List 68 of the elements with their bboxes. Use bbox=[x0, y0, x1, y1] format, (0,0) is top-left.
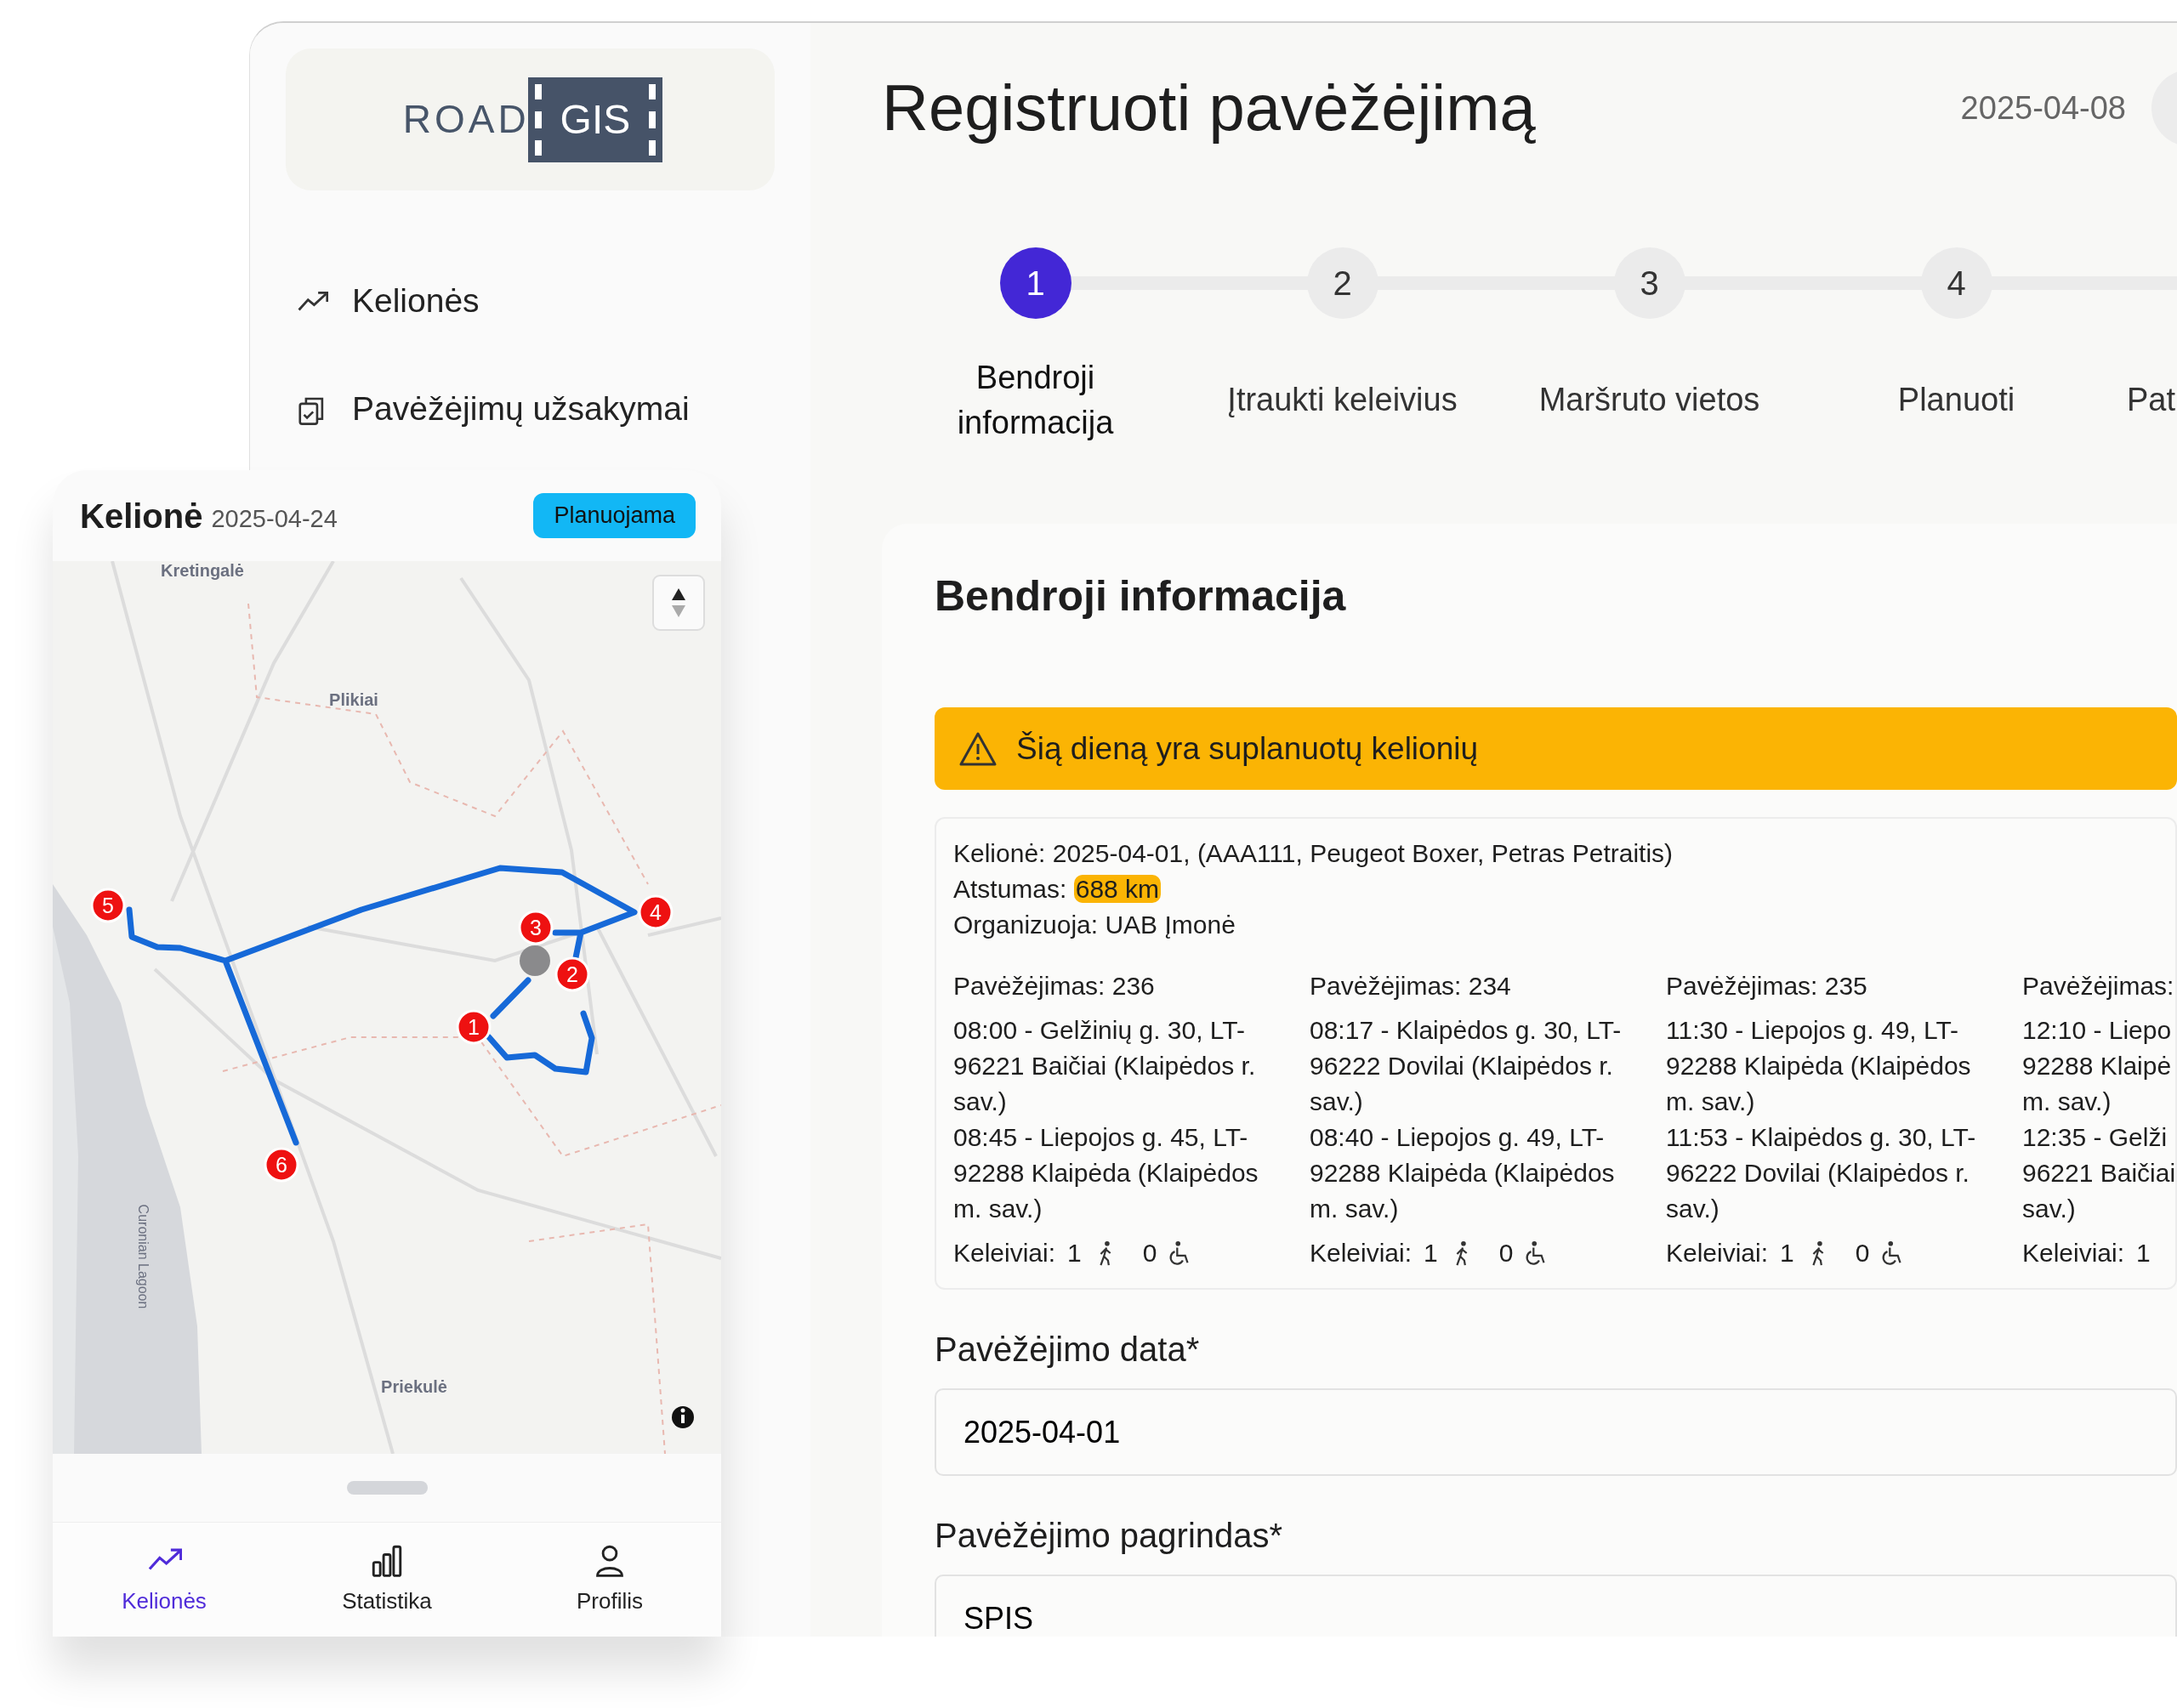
stop-text: 08:45 - Liepojos g. 45, LT- 92288 Klaipėda (Klaipėdos m. sav.) bbox=[953, 1122, 1259, 1224]
map-marker[interactable]: 5 bbox=[90, 888, 126, 923]
passengers-label: Keleiviai: bbox=[953, 1238, 1056, 1268]
field-label: Pavėžėjimo data* bbox=[935, 1330, 1201, 1370]
stop-text: 11:30 - Liepojos g. 49, LT- 92288 Klaipėda (Klaipėdos m. sav.) bbox=[1666, 1015, 1972, 1117]
ride-title: Pavėžėjimas: 234 bbox=[1310, 971, 1512, 1002]
step-circle[interactable]: 2 bbox=[1306, 247, 1378, 319]
stop-text: 08:40 - Liepojos g. 49, LT- 92288 Klaipėda (Klaipėdos m. sav.) bbox=[1310, 1122, 1616, 1224]
walking-count: 1 bbox=[1067, 1238, 1082, 1268]
wheelchair-count: 0 bbox=[1142, 1238, 1157, 1268]
step-circle[interactable]: 1 bbox=[999, 247, 1071, 319]
step-label[interactable]: Planuoti bbox=[1897, 353, 2015, 448]
input-field[interactable]: 2025-04-01 bbox=[935, 1388, 2177, 1476]
map-marker[interactable]: 6 bbox=[264, 1147, 299, 1183]
stop-text: 12:35 - Gelži 96221 Baičiai sav.) bbox=[2022, 1122, 2177, 1224]
tab-bar-item[interactable]: Profilis bbox=[498, 1523, 721, 1637]
status-badge: Planuojama bbox=[533, 493, 696, 538]
trip-date: 2025-04-24 bbox=[211, 503, 338, 534]
map-place-label: Curonian Lagoon bbox=[136, 1204, 151, 1309]
warning-icon bbox=[958, 730, 998, 767]
step-circle[interactable]: 3 bbox=[1613, 247, 1685, 319]
drag-handle[interactable] bbox=[346, 1481, 428, 1495]
passengers-label: Keleiviai: bbox=[1310, 1238, 1412, 1268]
ride-title: Pavėžėjimas: 236 bbox=[953, 971, 1156, 1002]
step-circle[interactable]: 4 bbox=[1920, 247, 1992, 319]
step-label[interactable]: Maršruto vietos bbox=[1538, 353, 1760, 448]
logo-text: ROAD bbox=[402, 96, 530, 143]
tab-bar-item[interactable]: Kelionės bbox=[53, 1523, 276, 1637]
header-date: 2025-04-08 bbox=[1960, 88, 2126, 128]
stop-text: 08:17 - Klaipėdos g. 30, LT- 96222 Dovilai (Klaipėdos r. sav.) bbox=[1310, 1015, 1623, 1117]
map-marker[interactable]: 1 bbox=[456, 1009, 492, 1045]
sidebar-item[interactable]: Pavėžėjimų užsakymai bbox=[296, 355, 775, 463]
trip-summary: Kelionė: 2025-04-01, (AAA111, Peugeot Boxer, Petras Petraitis) bbox=[953, 838, 1674, 869]
map-marker[interactable]: 4 bbox=[638, 894, 674, 930]
ride-title: Pavėžėjimas: bbox=[2022, 971, 2175, 1002]
walking-count: 1 bbox=[2136, 1238, 2151, 1268]
section-title: Bendroji informacija bbox=[935, 571, 1347, 621]
wheelchair-count: 0 bbox=[1855, 1238, 1870, 1268]
map-marker[interactable]: 2 bbox=[554, 956, 590, 992]
field-label: Pavėžėjimo pagrindas* bbox=[935, 1516, 1284, 1556]
organizer-text: Organizuoja: UAB Įmonė bbox=[953, 910, 1236, 940]
tab-bar-item[interactable]: Statistika bbox=[276, 1523, 498, 1637]
map-place-label: Plikiai bbox=[329, 690, 378, 709]
stop-text: 08:00 - Gelžinių g. 30, LT- 96221 Baičiai (Klaipėdos r. sav.) bbox=[953, 1015, 1257, 1117]
alert-text: Šią dieną yra suplanuotų kelionių bbox=[1016, 729, 1479, 768]
step-label[interactable]: Pat bbox=[2127, 353, 2176, 448]
page-title: Registruoti pavėžėjimą bbox=[882, 71, 1536, 146]
step-label[interactable]: Bendroji informacija bbox=[899, 353, 1172, 448]
walking-count: 1 bbox=[1424, 1238, 1438, 1268]
passengers-label: Keleiviai: bbox=[2022, 1238, 2125, 1268]
map-place-label: Kretingalė bbox=[161, 561, 244, 580]
wheelchair-count: 0 bbox=[1498, 1238, 1514, 1268]
stop-text: 12:10 - Liepo 92288 Klaipė m. sav.) bbox=[2022, 1015, 2173, 1117]
distance-value: 688 km bbox=[1073, 875, 1162, 903]
input-field[interactable]: SPIS bbox=[935, 1575, 2177, 1637]
passengers-label: Keleiviai: bbox=[1666, 1238, 1769, 1268]
sidebar-item[interactable]: Kelionės bbox=[296, 247, 775, 355]
step-label[interactable]: Įtraukti keleivius bbox=[1227, 353, 1458, 448]
location-dot bbox=[520, 945, 550, 976]
map-marker[interactable]: 3 bbox=[518, 910, 554, 945]
distance-label: Atstumas: bbox=[953, 875, 1067, 903]
info-icon[interactable] bbox=[672, 1406, 694, 1428]
walking-count: 1 bbox=[1780, 1238, 1794, 1268]
trip-title: Kelionė bbox=[80, 496, 203, 536]
stop-text: 11:53 - Klaipėdos g. 30, LT- 96222 Dovilai (Klaipėdos r. sav.) bbox=[1666, 1122, 1977, 1224]
compass-button[interactable] bbox=[652, 575, 705, 631]
map-place-label: Priekulė bbox=[381, 1377, 447, 1396]
ride-title: Pavėžėjimas: 235 bbox=[1666, 971, 1868, 1002]
